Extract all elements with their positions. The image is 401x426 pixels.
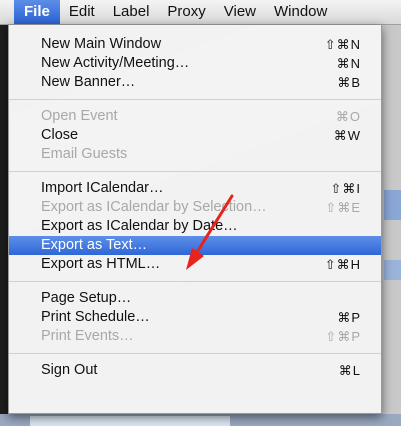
menu-item-sign-out[interactable]: Sign Out ⌘L	[9, 361, 381, 380]
menu-item-new-main-window[interactable]: New Main Window ⇧⌘N	[9, 35, 381, 54]
menu-item-label: Sign Out	[41, 362, 98, 378]
background-window-right	[382, 24, 401, 426]
menu-item-shortcut: ⇧⌘P	[325, 329, 361, 344]
file-menu-dropdown: New Main Window ⇧⌘N New Activity/Meeting…	[8, 25, 382, 414]
menu-item-label: Email Guests	[41, 146, 128, 162]
menu-item-shortcut: ⇧⌘E	[325, 200, 361, 215]
menu-proxy[interactable]: Proxy	[158, 0, 214, 24]
menu-label[interactable]: Label	[104, 0, 159, 24]
menu-separator	[9, 171, 381, 172]
menu-item-shortcut: ⌘L	[338, 363, 361, 378]
background-selection	[384, 190, 401, 220]
menu-bar: File Edit Label Proxy View Window	[0, 0, 401, 25]
menu-item-label: Open Event	[41, 108, 118, 124]
menu-item-page-setup[interactable]: Page Setup…	[9, 289, 381, 308]
menu-item-shortcut: ⇧⌘N	[324, 37, 361, 52]
menu-item-shortcut: ⇧⌘I	[330, 181, 361, 196]
menu-item-shortcut: ⌘B	[337, 75, 361, 90]
menu-item-shortcut: ⌘N	[336, 56, 361, 71]
menu-edit[interactable]: Edit	[60, 0, 104, 24]
menu-item-label: Export as Text…	[41, 237, 148, 253]
menu-item-label: Page Setup…	[41, 290, 132, 306]
menu-item-shortcut: ⌘W	[333, 128, 361, 143]
menu-item-shortcut: ⌘O	[335, 109, 361, 124]
menu-view[interactable]: View	[215, 0, 265, 24]
menu-bar-spacer	[0, 0, 14, 24]
background-edge	[0, 24, 8, 426]
menu-item-label: Import ICalendar…	[41, 180, 164, 196]
menu-item-export-as-html[interactable]: Export as HTML… ⇧⌘H	[9, 255, 381, 274]
menu-item-import-icalendar[interactable]: Import ICalendar… ⇧⌘I	[9, 179, 381, 198]
menu-separator	[9, 353, 381, 354]
menu-item-label: New Activity/Meeting…	[41, 55, 190, 71]
menu-separator	[9, 99, 381, 100]
menu-item-shortcut: ⌘P	[337, 310, 361, 325]
menu-item-label: Export as ICalendar by Selection…	[41, 199, 267, 215]
menu-item-label: Close	[41, 127, 79, 143]
background-window-bottom-panel	[30, 416, 230, 426]
menu-file[interactable]: File	[14, 0, 60, 24]
menu-item-close[interactable]: Close ⌘W	[9, 126, 381, 145]
menu-separator	[9, 281, 381, 282]
menu-window[interactable]: Window	[265, 0, 336, 24]
menu-item-shortcut: ⇧⌘H	[324, 257, 361, 272]
menu-item-export-icalendar-by-selection: Export as ICalendar by Selection… ⇧⌘E	[9, 198, 381, 217]
background-selection	[384, 260, 401, 280]
menu-item-label: New Banner…	[41, 74, 136, 90]
menu-item-label: Print Events…	[41, 328, 134, 344]
menu-item-new-activity-meeting[interactable]: New Activity/Meeting… ⌘N	[9, 54, 381, 73]
menu-item-label: Export as HTML…	[41, 256, 161, 272]
menu-item-export-as-text[interactable]: Export as Text…	[9, 236, 381, 255]
menu-item-print-schedule[interactable]: Print Schedule… ⌘P	[9, 308, 381, 327]
menu-item-open-event: Open Event ⌘O	[9, 107, 381, 126]
menu-item-print-events: Print Events… ⇧⌘P	[9, 327, 381, 346]
menu-item-label: Print Schedule…	[41, 309, 150, 325]
menu-item-new-banner[interactable]: New Banner… ⌘B	[9, 73, 381, 92]
menu-item-label: Export as ICalendar by Date…	[41, 218, 238, 234]
menu-item-export-icalendar-by-date[interactable]: Export as ICalendar by Date…	[9, 217, 381, 236]
menu-item-label: New Main Window	[41, 36, 162, 52]
menu-item-email-guests: Email Guests	[9, 145, 381, 164]
